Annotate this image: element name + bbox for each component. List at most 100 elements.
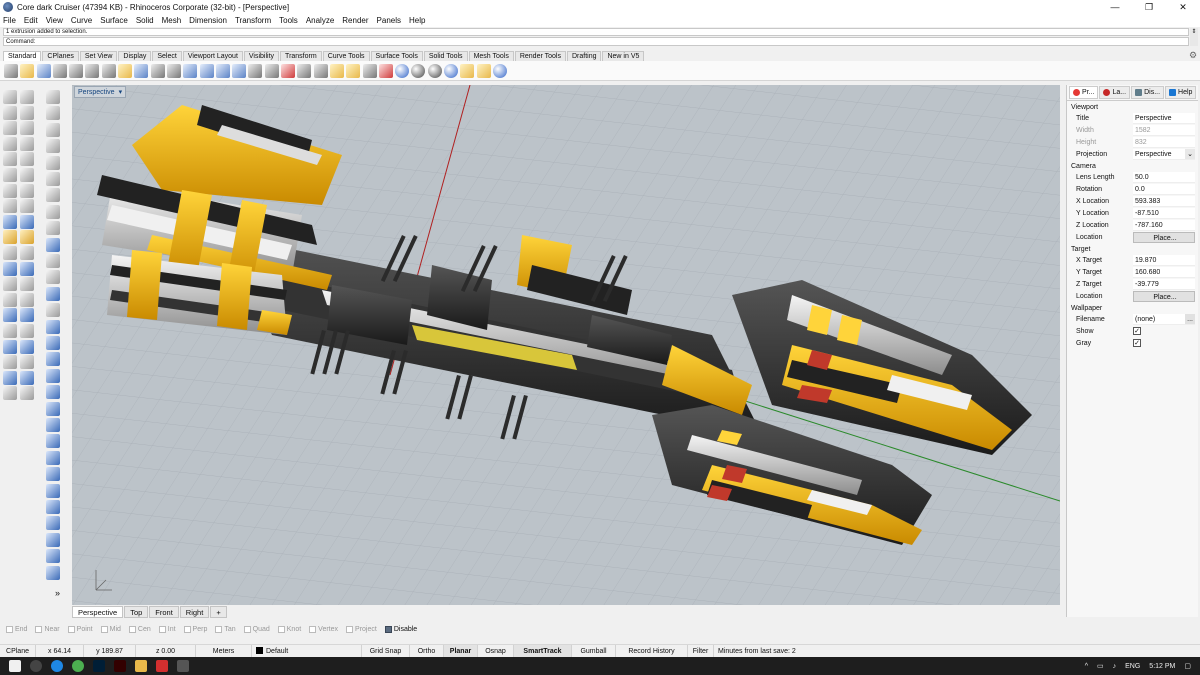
browse-button[interactable]: ... — [1185, 313, 1195, 324]
tab-front[interactable]: Front — [149, 606, 179, 618]
tab-set-view[interactable]: Set View — [79, 51, 118, 61]
menu-file[interactable]: File — [3, 16, 16, 25]
tool-icon[interactable] — [20, 246, 34, 260]
edge-browser-icon[interactable] — [51, 660, 63, 672]
gray-checkbox[interactable]: ✓ — [1133, 339, 1141, 347]
tool-icon[interactable] — [46, 254, 60, 268]
tab-properties[interactable]: Pr... — [1069, 86, 1099, 99]
tool-icon[interactable] — [20, 199, 34, 214]
search-icon[interactable] — [30, 660, 42, 672]
tool-icon[interactable] — [46, 221, 60, 236]
pan-hand-icon[interactable] — [150, 63, 165, 78]
osnap-quad[interactable]: Quad — [243, 626, 270, 633]
record-history-toggle[interactable]: Record History — [616, 644, 688, 658]
tool-icon[interactable] — [46, 204, 60, 219]
tool-icon[interactable] — [46, 450, 60, 465]
undo-icon[interactable] — [134, 63, 149, 78]
osnap-knot[interactable]: Knot — [277, 626, 301, 633]
tab-standard[interactable]: Standard — [3, 51, 42, 61]
shaded-sphere-icon[interactable] — [427, 63, 442, 78]
checkbox[interactable] — [346, 626, 354, 633]
tool-icon[interactable] — [3, 355, 17, 370]
smarttrack-toggle[interactable]: SmartTrack — [514, 644, 572, 658]
tool-icon[interactable] — [46, 122, 60, 137]
layer-status[interactable]: Default — [252, 644, 362, 658]
tab-select[interactable]: Select — [152, 51, 182, 61]
paste-icon[interactable] — [118, 63, 133, 78]
layer-icon[interactable] — [378, 63, 393, 78]
osnap-near[interactable]: Near — [35, 626, 60, 633]
checkbox[interactable] — [100, 626, 108, 633]
tool-icon[interactable] — [20, 105, 34, 120]
open-folder-icon[interactable] — [20, 63, 35, 78]
tool-icon[interactable] — [46, 418, 60, 432]
color-wheel-icon[interactable] — [395, 63, 410, 78]
zoom-window-icon[interactable] — [199, 63, 214, 78]
tool-icon[interactable] — [3, 324, 17, 338]
tab-help[interactable]: Help — [1165, 86, 1197, 99]
tool-icon[interactable] — [46, 401, 60, 416]
tool-icon[interactable] — [46, 532, 60, 547]
tool-icon[interactable] — [20, 214, 34, 229]
osnap-mid[interactable]: Mid — [100, 626, 121, 633]
tool-icon[interactable] — [46, 139, 60, 154]
tab-layers[interactable]: La... — [1099, 86, 1131, 99]
acrobat-icon[interactable] — [156, 660, 168, 672]
checkbox[interactable] — [158, 626, 166, 633]
tab-visibility[interactable]: Visibility — [243, 51, 280, 61]
command-scrollbar[interactable]: ⇕ — [1190, 28, 1198, 46]
tab-viewport-layout[interactable]: Viewport Layout — [182, 51, 243, 61]
photoshop-icon[interactable] — [93, 660, 105, 672]
tool-icon[interactable] — [20, 90, 34, 104]
zoom-extents-icon[interactable] — [215, 63, 230, 78]
tab-display[interactable]: Display — [118, 51, 152, 61]
chrome-browser-icon[interactable] — [72, 660, 84, 672]
grid-snap-toggle[interactable]: Grid Snap — [362, 644, 410, 658]
y-location-field[interactable]: -87.510 — [1133, 207, 1195, 219]
notification-icon[interactable]: ▢ — [1184, 662, 1191, 670]
tool-icon[interactable] — [20, 277, 34, 292]
tool-icon[interactable] — [46, 303, 60, 318]
filter-button[interactable]: Filter — [688, 644, 714, 658]
tool-icon[interactable] — [20, 168, 34, 182]
tab-new-in-v5[interactable]: New in V5 — [602, 51, 645, 61]
menu-tools[interactable]: Tools — [279, 16, 298, 25]
tab-transform[interactable]: Transform — [280, 51, 322, 61]
tool-icon[interactable] — [46, 500, 60, 514]
checkbox[interactable] — [215, 626, 223, 633]
menu-panels[interactable]: Panels — [377, 16, 401, 25]
tool-icon[interactable] — [46, 368, 60, 383]
tool-icon[interactable] — [3, 90, 17, 104]
checkbox[interactable] — [309, 626, 317, 633]
menu-view[interactable]: View — [46, 16, 63, 25]
lock-icon[interactable] — [362, 63, 377, 78]
tool-icon[interactable] — [20, 183, 34, 198]
command-input[interactable]: Command: — [3, 37, 1189, 46]
menu-transform[interactable]: Transform — [235, 16, 271, 25]
projection-select[interactable]: Perspective ⌄ — [1133, 148, 1195, 160]
tab-surface-tools[interactable]: Surface Tools — [370, 51, 423, 61]
osnap-disable[interactable]: Disable — [384, 626, 417, 633]
osnap-vertex[interactable]: Vertex — [309, 626, 338, 633]
tool-icon[interactable] — [3, 199, 17, 214]
menu-surface[interactable]: Surface — [100, 16, 128, 25]
add-viewport-tab[interactable]: + — [210, 606, 227, 618]
tab-top[interactable]: Top — [124, 606, 149, 618]
clock[interactable]: 5:12 PM — [1149, 663, 1175, 670]
network-icon[interactable]: ▭ — [1097, 662, 1104, 670]
tool-icon[interactable] — [46, 434, 60, 449]
tool-icon[interactable] — [20, 324, 34, 338]
tool-icon[interactable] — [3, 105, 17, 120]
tool-icon[interactable] — [20, 261, 34, 276]
menu-solid[interactable]: Solid — [136, 16, 154, 25]
show-objects-icon[interactable] — [329, 63, 344, 78]
tool-icon[interactable] — [46, 549, 60, 564]
tool-icon[interactable] — [46, 319, 60, 334]
tool-icon[interactable] — [46, 336, 60, 350]
rhino-taskbar-icon[interactable] — [177, 660, 189, 672]
minimize-button[interactable]: — — [1098, 2, 1132, 13]
tool-icon[interactable] — [3, 308, 17, 323]
tool-icon[interactable] — [3, 183, 17, 198]
tab-display-panel[interactable]: Dis... — [1131, 86, 1165, 99]
select-all-icon[interactable] — [297, 63, 312, 78]
